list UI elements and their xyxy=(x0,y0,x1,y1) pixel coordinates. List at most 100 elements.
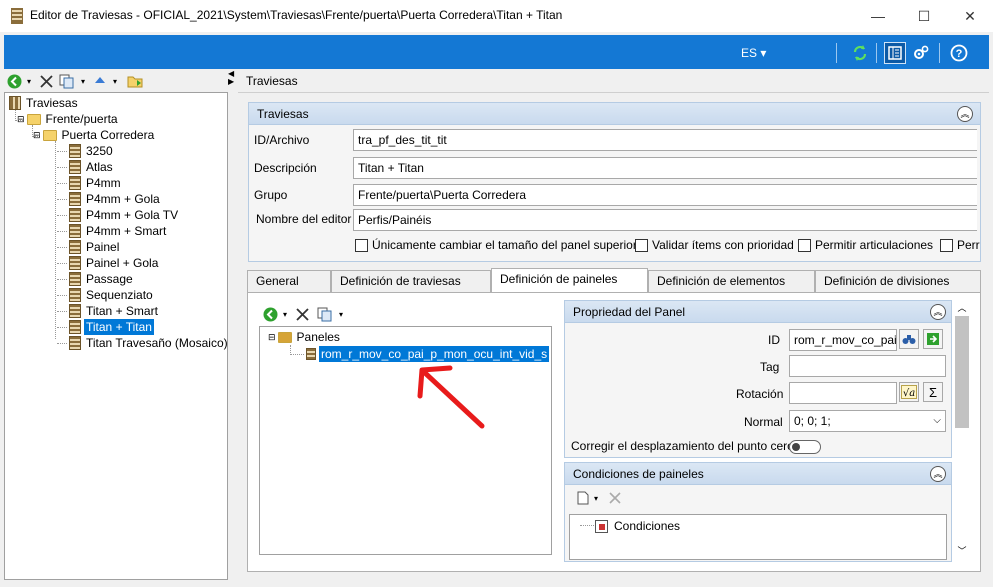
chevron-down-icon[interactable]: ▾ xyxy=(591,492,601,504)
settings-icon[interactable] xyxy=(910,42,932,64)
traviesa-icon xyxy=(69,208,81,222)
help-icon[interactable]: ? xyxy=(948,42,970,64)
panel-tag-input[interactable] xyxy=(789,355,946,377)
collapse-icon[interactable]: ⊟ xyxy=(33,127,41,143)
tree-item[interactable]: P4mm xyxy=(57,175,123,191)
scrollbar-thumb[interactable] xyxy=(955,316,969,428)
allow-joints-checkbox[interactable]: Permitir articulaciones xyxy=(798,238,933,252)
tree-root-paneles[interactable]: ⊟ Paneles xyxy=(268,329,342,345)
panel-rotation-input[interactable] xyxy=(789,382,897,404)
chevron-down-icon[interactable]: ▾ xyxy=(24,75,34,87)
copy-icon[interactable] xyxy=(316,306,334,322)
traviesa-icon xyxy=(69,336,81,350)
delete-icon[interactable] xyxy=(38,73,54,89)
checkbox-box[interactable] xyxy=(798,238,811,252)
binoculars-icon[interactable] xyxy=(899,329,919,349)
grupo-input[interactable]: Frente/puerta\Puerta Corredera xyxy=(353,184,977,206)
folder-icon xyxy=(26,113,41,125)
panel-normal-label: Normal xyxy=(744,415,783,429)
conditions-item[interactable]: Condiciones xyxy=(595,518,682,534)
tree-item[interactable]: Sequenziato xyxy=(57,287,155,303)
divider xyxy=(238,92,989,93)
back-icon[interactable] xyxy=(262,306,278,322)
tree-item[interactable]: Passage xyxy=(57,271,135,287)
minimize-button[interactable]: — xyxy=(855,0,901,32)
copy-icon[interactable] xyxy=(58,73,76,89)
tab-definicion-divisiones[interactable]: Definición de divisiones xyxy=(815,270,981,292)
editor-input[interactable]: Perfis/Painéis xyxy=(353,209,977,231)
only-resize-top-panel-checkbox[interactable]: Únicamente cambiar el tamaño del panel s… xyxy=(355,238,637,252)
collapse-up-icon[interactable]: ︽ xyxy=(930,304,946,320)
traviesa-icon xyxy=(69,288,81,302)
language-selector[interactable]: ES ▾ xyxy=(741,46,766,60)
panel-normal-select[interactable]: 0; 0; 1; ⌵ xyxy=(789,410,946,432)
tree-folder-frente-puerta[interactable]: ⊟ Frente/puerta xyxy=(17,111,120,127)
chevron-down-icon[interactable]: ▾ xyxy=(280,308,290,320)
id-archivo-input[interactable]: tra_pf_des_tit_tit xyxy=(353,129,977,151)
open-folder-icon[interactable] xyxy=(126,73,144,89)
tree-folder-puerta-corredera[interactable]: ⊟ Puerta Corredera xyxy=(33,127,156,143)
close-button[interactable]: ✕ xyxy=(947,0,993,32)
scroll-down-button[interactable]: ﹀ xyxy=(955,544,969,558)
tree-item[interactable]: P4mm + Gola xyxy=(57,191,162,207)
panel-tag-label: Tag xyxy=(760,360,780,374)
delete-icon[interactable] xyxy=(294,306,310,322)
panel-item-selected[interactable]: rom_r_mov_co_pai_p_mon_ocu_int_vid_s xyxy=(306,346,550,362)
tree-item[interactable]: 3250 xyxy=(57,143,115,159)
collapse-up-icon[interactable]: ︽ xyxy=(957,106,973,122)
checkbox-box[interactable] xyxy=(355,238,368,252)
tree-item[interactable]: Atlas xyxy=(57,159,115,175)
traviesas-tree: Traviesas ⊟ Frente/puerta ⊟ Puerta Corre… xyxy=(4,92,228,580)
checkbox-box[interactable] xyxy=(940,238,953,252)
traviesa-icon xyxy=(69,192,81,206)
tree-item[interactable]: Titan Travesaño (Mosaico) xyxy=(57,335,230,351)
ribbon-separator xyxy=(876,43,877,63)
tab-definicion-traviesas[interactable]: Definición de traviesas xyxy=(331,270,491,292)
splitter-toggle[interactable]: ◀ ▶ xyxy=(228,70,236,88)
validate-priority-checkbox[interactable]: Validar ítems con prioridad xyxy=(635,238,794,252)
panel-properties-header: Propriedad del Panel xyxy=(565,301,951,323)
back-icon[interactable] xyxy=(6,73,22,89)
checkbox-box[interactable] xyxy=(635,238,648,252)
window-title: Editor de Traviesas - OFICIAL_2021\Syste… xyxy=(30,8,563,22)
traviesa-icon xyxy=(69,160,81,174)
id-archivo-label: ID/Archivo xyxy=(254,133,310,147)
conditions-icon xyxy=(595,519,608,533)
tab-general[interactable]: General xyxy=(247,270,331,292)
refresh-icon[interactable] xyxy=(849,42,871,64)
go-arrow-icon[interactable] xyxy=(923,329,943,349)
chevron-down-icon[interactable]: ⌵ xyxy=(933,411,941,431)
chevron-down-icon[interactable]: ▾ xyxy=(336,308,346,320)
svg-text:?: ? xyxy=(956,48,963,60)
formula-icon[interactable]: √a xyxy=(899,382,919,402)
tree-item[interactable]: Painel xyxy=(57,239,121,255)
panel-rotation-label: Rotación xyxy=(736,387,784,401)
collapse-up-icon[interactable]: ︽ xyxy=(930,466,946,482)
traviesa-icon xyxy=(69,176,81,190)
traviesa-icon xyxy=(69,240,81,254)
new-document-icon[interactable] xyxy=(576,490,590,506)
maximize-button[interactable]: ☐ xyxy=(901,0,947,32)
tree-item[interactable]: P4mm + Gola TV xyxy=(57,207,180,223)
tab-definicion-paineles[interactable]: Definición de paineles xyxy=(491,268,648,293)
scroll-up-button[interactable]: ︿ xyxy=(955,301,969,315)
collapse-icon[interactable]: ⊟ xyxy=(268,329,276,345)
panel-id-input[interactable]: rom_r_mov_co_pai xyxy=(789,329,897,351)
delete-icon[interactable] xyxy=(607,490,623,506)
ribbon-separator xyxy=(836,43,837,63)
descripcion-input[interactable]: Titan + Titan xyxy=(353,157,977,179)
perm-checkbox[interactable]: Perr xyxy=(940,238,980,252)
zero-offset-toggle[interactable] xyxy=(789,440,821,454)
tab-definicion-elementos[interactable]: Definición de elementos xyxy=(648,270,815,292)
collapse-icon[interactable]: ⊟ xyxy=(17,111,25,127)
sum-button[interactable]: Σ xyxy=(923,382,943,402)
tree-item[interactable]: P4mm + Smart xyxy=(57,223,168,239)
tree-item[interactable]: Painel + Gola xyxy=(57,255,160,271)
move-up-icon[interactable] xyxy=(92,73,108,89)
chevron-down-icon[interactable]: ▾ xyxy=(110,75,120,87)
tree-item[interactable]: Titan + Smart xyxy=(57,303,160,319)
chevron-down-icon[interactable]: ▾ xyxy=(78,75,88,87)
panel-view-icon[interactable] xyxy=(884,42,906,64)
tree-root[interactable]: Traviesas xyxy=(9,95,80,111)
tree-item-selected[interactable]: Titan + Titan xyxy=(57,319,154,335)
